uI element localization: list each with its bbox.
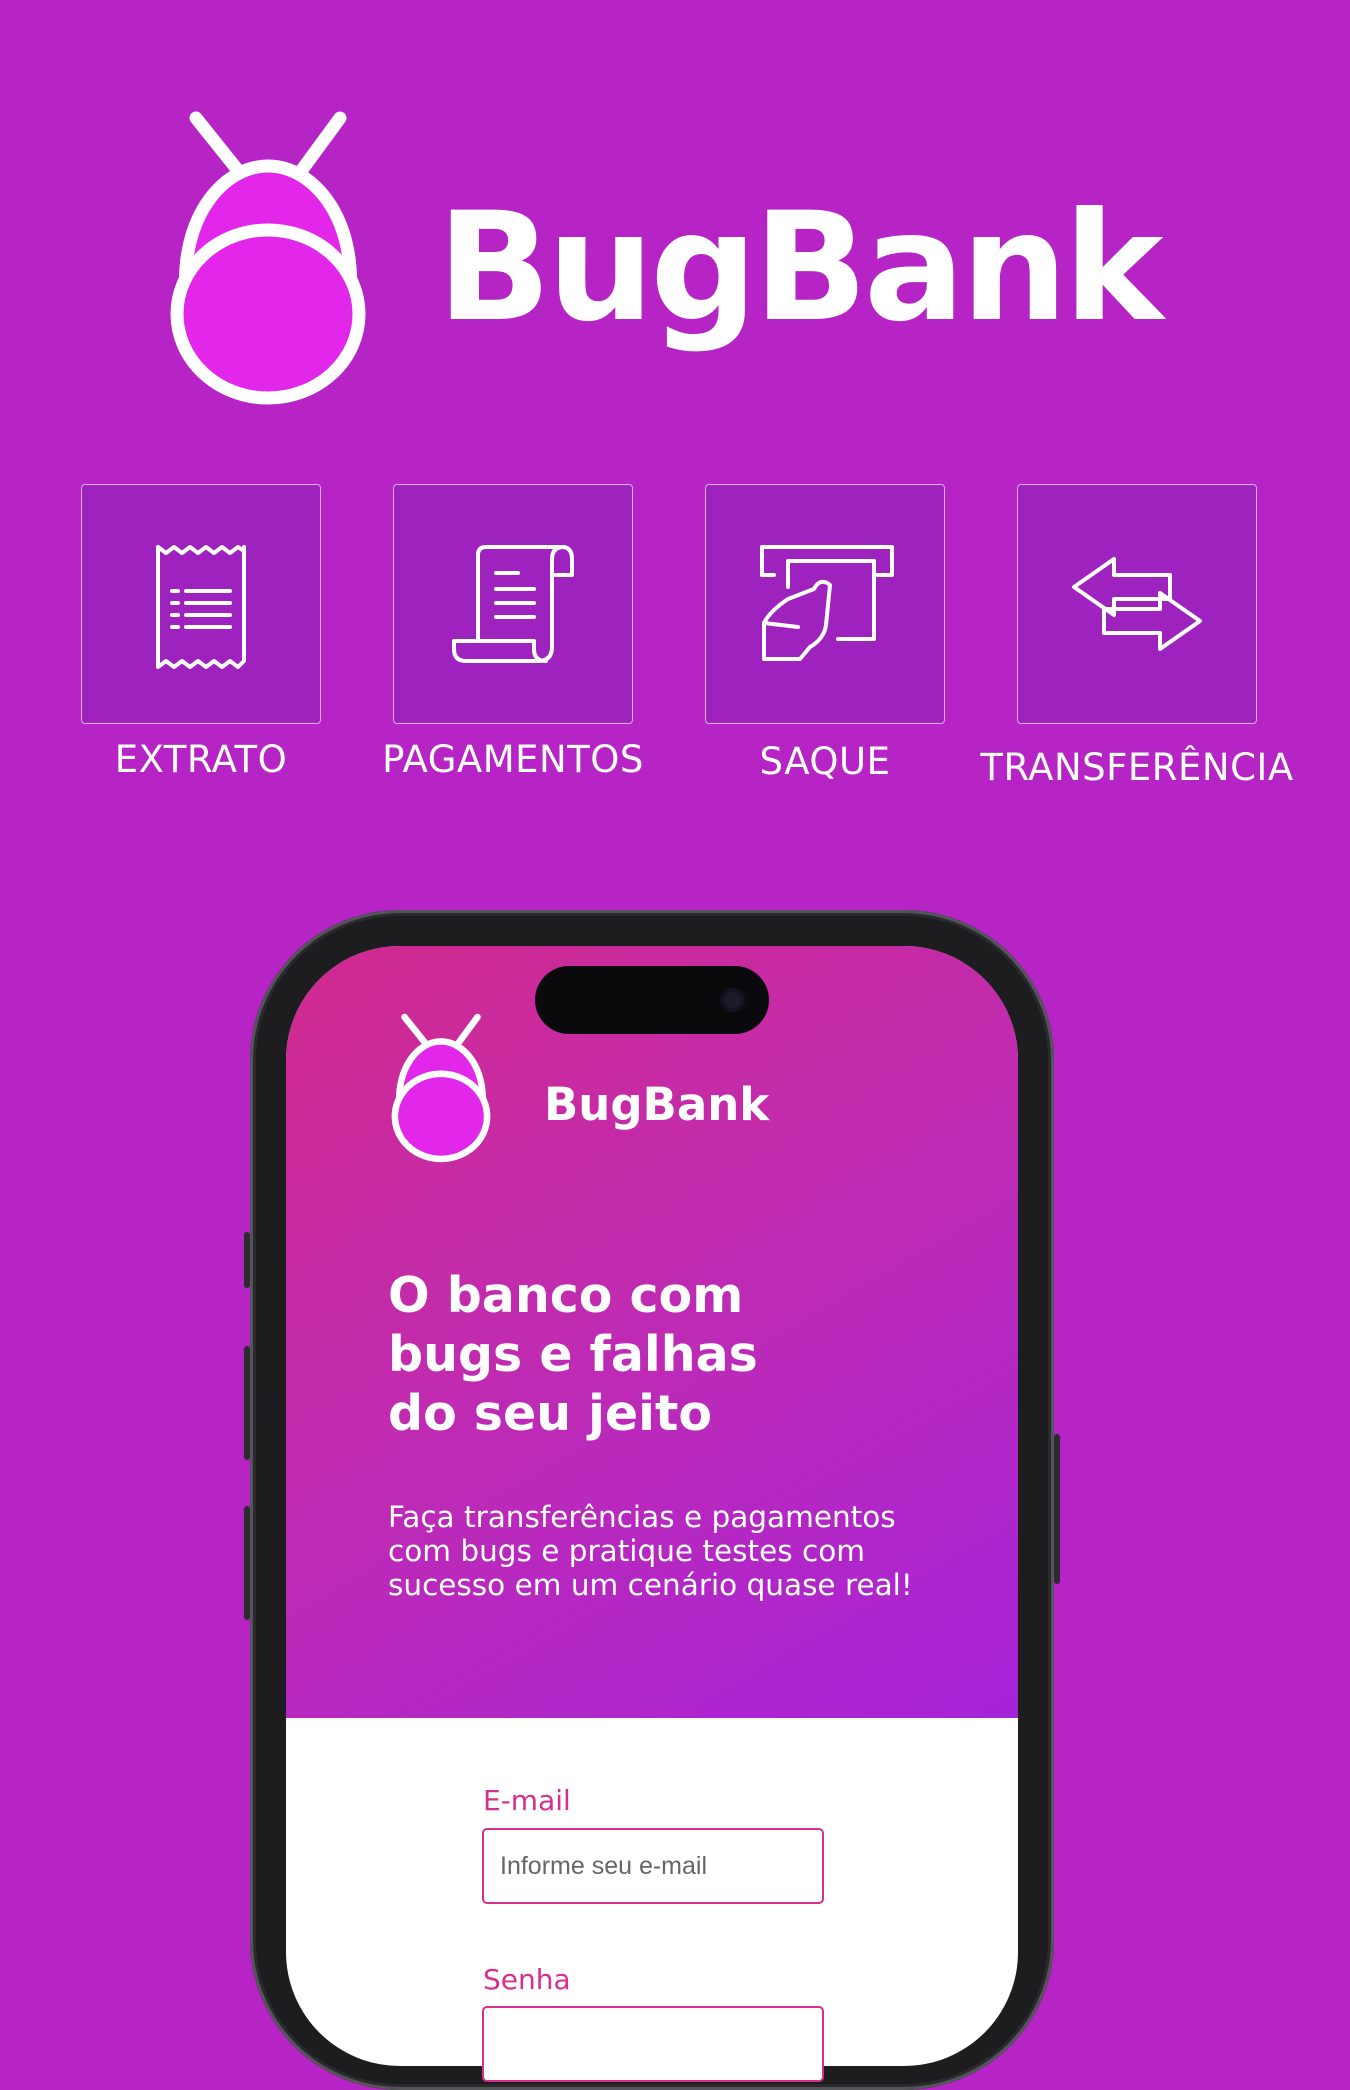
receipt-icon — [156, 545, 246, 669]
phone-volume-down-button — [244, 1506, 250, 1620]
email-input[interactable] — [482, 1828, 824, 1904]
tile-transferencia[interactable] — [1017, 484, 1257, 724]
subtext-line: com bugs e pratique testes com — [388, 1534, 865, 1568]
email-label: E-mail — [483, 1784, 571, 1817]
password-label: Senha — [483, 1963, 571, 1996]
headline-line: do seu jeito — [388, 1385, 713, 1442]
headline-line: bugs e falhas — [388, 1326, 758, 1383]
bugbank-logo-icon — [170, 111, 366, 405]
phone-volume-up-button — [244, 1346, 250, 1460]
cash-withdrawal-icon — [760, 545, 894, 661]
phone-action-button — [244, 1232, 250, 1288]
dynamic-island — [535, 966, 769, 1034]
password-input[interactable] — [482, 2006, 824, 2082]
tile-label-transferencia: TRANSFERÊNCIA — [980, 746, 1294, 789]
tile-label-saque: SAQUE — [759, 740, 891, 783]
tile-pagamentos[interactable] — [393, 484, 633, 724]
tile-label-pagamentos: PAGAMENTOS — [382, 738, 644, 781]
hero-headline: O banco com bugs e falhas do seu jeito — [388, 1266, 948, 1443]
tile-extrato[interactable] — [81, 484, 321, 724]
tile-saque[interactable] — [705, 484, 945, 724]
phone-power-button — [1054, 1434, 1060, 1584]
brand-name: BugBank — [437, 181, 1164, 355]
subtext-line: Faça transferências e pagamentos — [388, 1500, 896, 1534]
subtext-line: sucesso em um cenário quase real! — [388, 1568, 913, 1602]
transfer-arrows-icon — [1072, 557, 1202, 651]
tile-label-extrato: EXTRATO — [114, 738, 288, 781]
hero-subtext: Faça transferências e pagamentos com bug… — [388, 1500, 948, 1602]
scroll-document-icon — [452, 545, 574, 663]
camera-icon — [721, 988, 745, 1012]
bugbank-logo-icon — [391, 1013, 491, 1163]
app-name: BugBank — [544, 1078, 770, 1131]
headline-line: O banco com — [388, 1267, 744, 1324]
